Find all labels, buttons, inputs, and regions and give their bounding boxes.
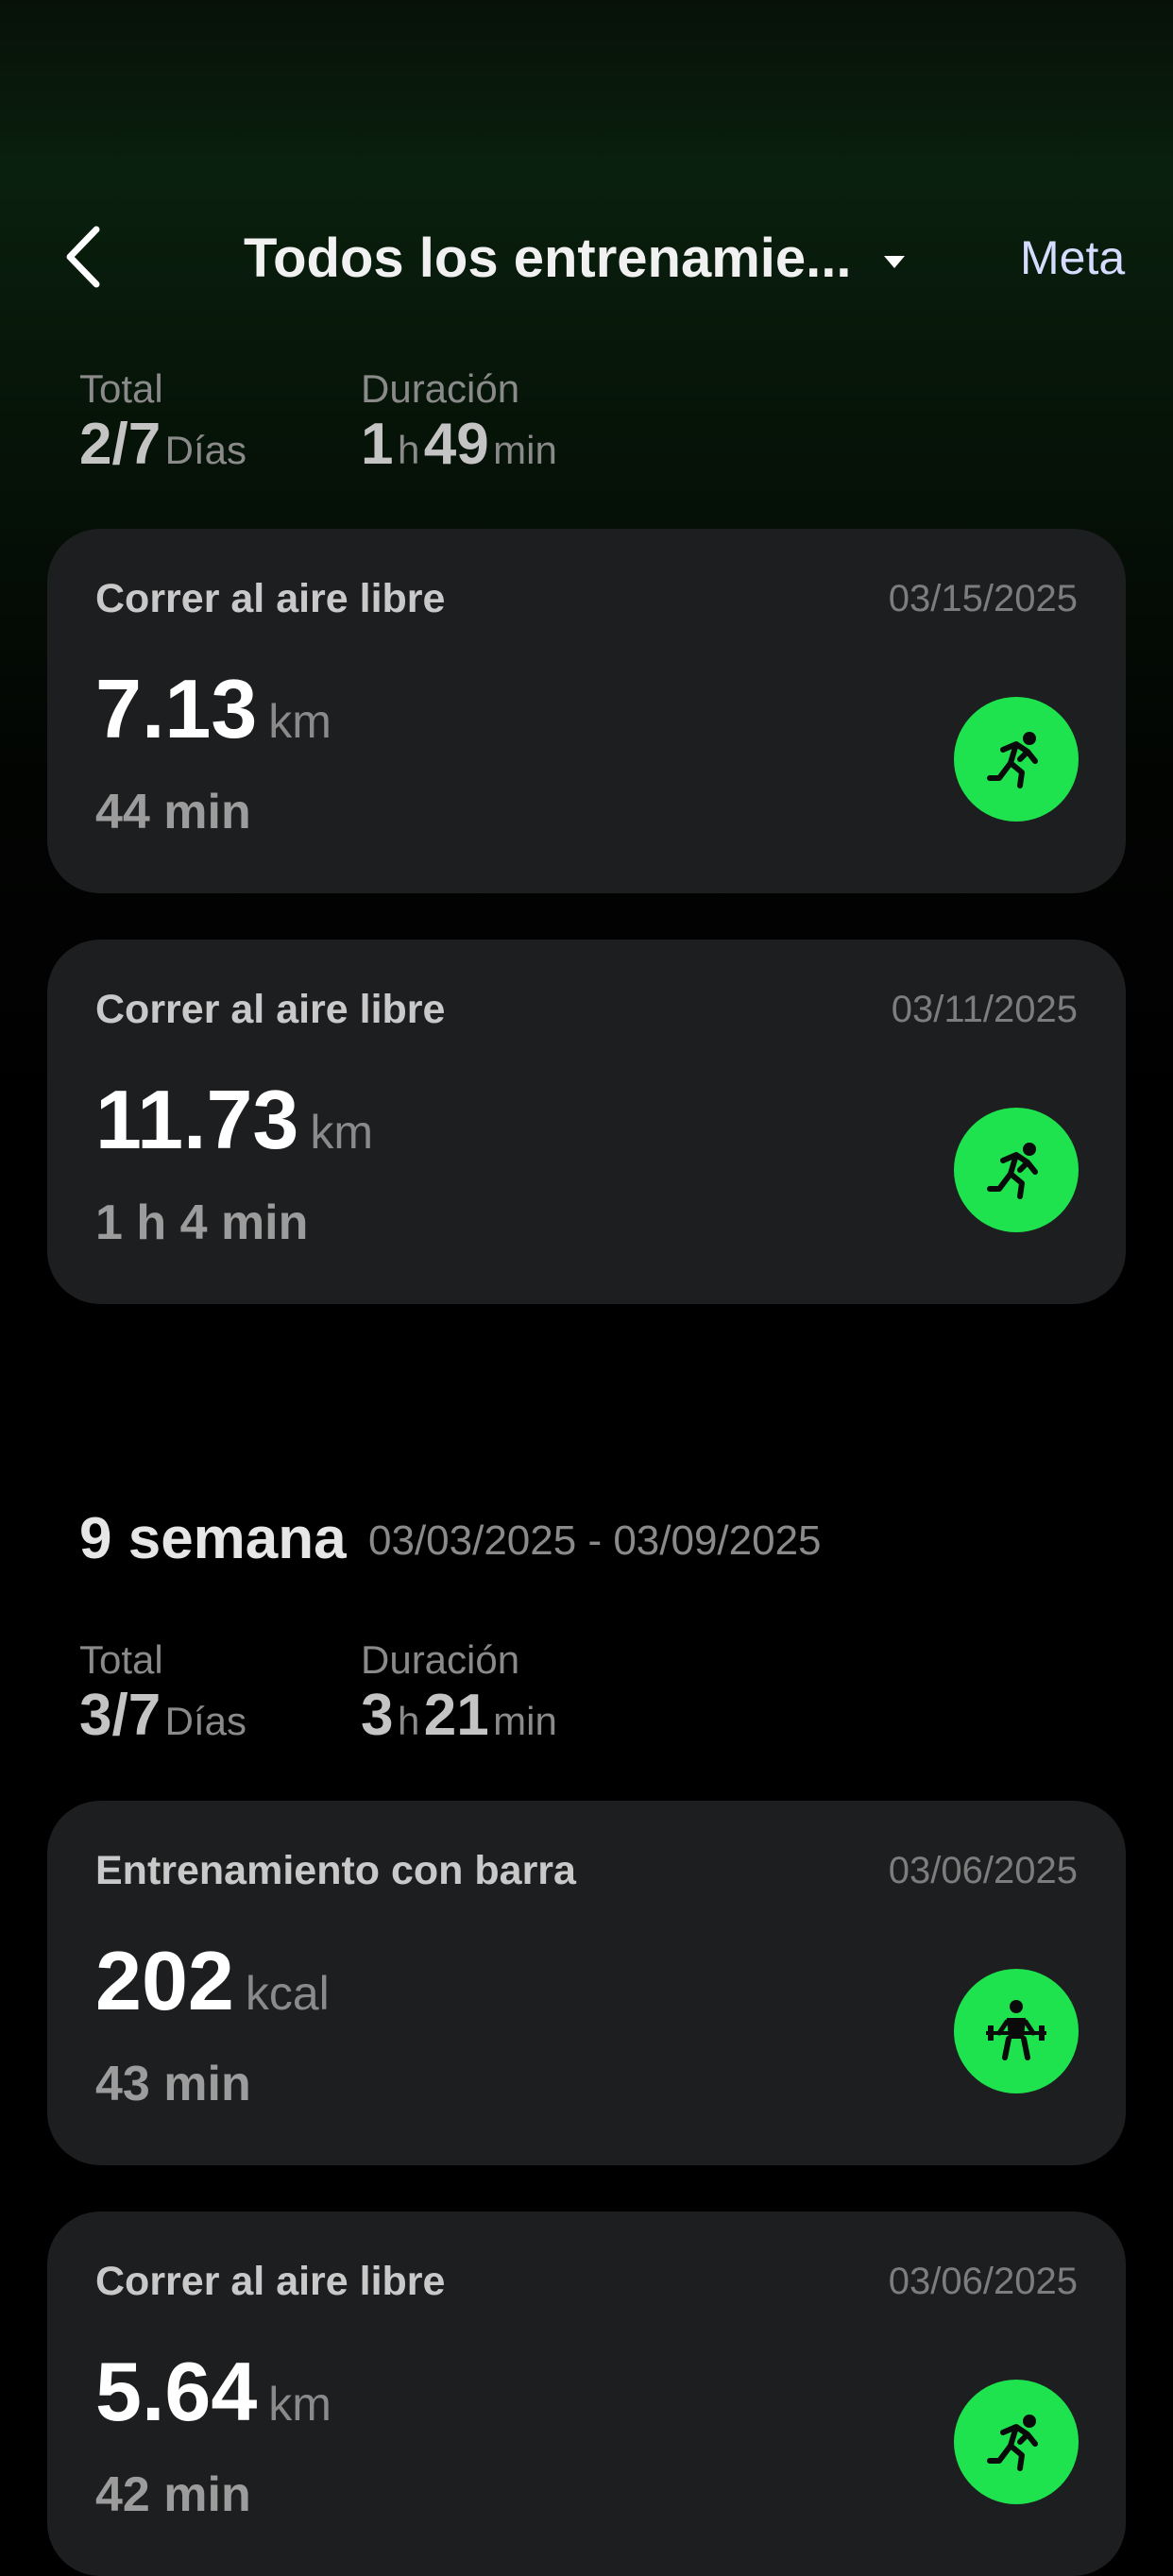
- workout-metric: 202 kcal: [95, 1933, 330, 2029]
- workout-card[interactable]: Correr al aire libre 03/15/2025 7.13 km 4…: [47, 529, 1126, 893]
- duration-minutes-unit: min: [493, 428, 557, 472]
- workout-metric-value: 202: [95, 1934, 234, 2027]
- total-label: Total: [79, 1637, 163, 1682]
- workout-metric-unit: km: [310, 1106, 374, 1159]
- running-icon: [987, 1143, 1038, 1199]
- workout-date: 03/06/2025: [888, 1850, 1078, 1891]
- workout-card[interactable]: Correr al aire libre 03/06/2025 5.64 km 4…: [47, 2212, 1126, 2576]
- back-button[interactable]: [55, 219, 111, 295]
- workout-date: 03/06/2025: [888, 2261, 1078, 2302]
- page-title: Todos los entrenamie...: [244, 227, 852, 289]
- workout-duration: 42 min: [95, 2467, 251, 2522]
- workout-metric-unit: km: [268, 695, 332, 748]
- barbell-icon: [986, 2000, 1046, 2060]
- duration-hours-unit: h: [397, 428, 420, 472]
- workout-duration: 44 min: [95, 785, 251, 839]
- workout-type-badge: [954, 697, 1079, 822]
- workout-card[interactable]: Correr al aire libre 03/11/2025 11.73 km …: [47, 940, 1126, 1304]
- duration-hours: 1: [361, 412, 394, 477]
- workout-metric: 7.13 km: [95, 661, 332, 757]
- workout-duration: 43 min: [95, 2057, 251, 2111]
- workout-type-badge: [954, 2380, 1079, 2504]
- goal-link[interactable]: Meta: [1020, 230, 1125, 285]
- running-icon: [987, 2415, 1038, 2471]
- workout-metric-value: 7.13: [95, 662, 258, 755]
- duration-value: 1 h 49 min: [361, 411, 557, 478]
- caret-down-icon: [883, 255, 905, 268]
- week-title: 9 semana: [79, 1506, 347, 1571]
- duration-minutes-unit: min: [493, 1699, 557, 1743]
- duration-hours-unit: h: [397, 1699, 420, 1743]
- workout-metric: 11.73 km: [95, 1072, 373, 1168]
- duration-minutes: 21: [423, 1683, 489, 1748]
- workout-filter-dropdown[interactable]: Todos los entrenamie...: [244, 217, 905, 298]
- workout-metric-value: 11.73: [95, 1073, 299, 1166]
- workout-type-badge: [954, 1108, 1079, 1232]
- duration-value: 3 h 21 min: [361, 1682, 557, 1749]
- workout-title: Correr al aire libre: [95, 987, 446, 1032]
- total-days-value: 2/7 Días: [79, 411, 246, 478]
- total-label: Total: [79, 366, 163, 411]
- workout-title: Correr al aire libre: [95, 2259, 446, 2304]
- workout-metric-unit: km: [268, 2378, 332, 2431]
- workout-type-badge: [954, 1969, 1079, 2093]
- workout-title: Entrenamiento con barra: [95, 1848, 576, 1893]
- duration-hours: 3: [361, 1683, 394, 1748]
- workout-title: Correr al aire libre: [95, 576, 446, 621]
- workout-duration: 1 h 4 min: [95, 1195, 309, 1250]
- workout-metric-value: 5.64: [95, 2345, 258, 2438]
- total-days-value: 3/7 Días: [79, 1682, 246, 1749]
- total-days-count: 3/7: [79, 1683, 162, 1748]
- chevron-left-icon: [66, 226, 100, 288]
- duration-label: Duración: [361, 1637, 520, 1682]
- workout-metric: 5.64 km: [95, 2344, 332, 2440]
- workout-card[interactable]: Entrenamiento con barra 03/06/2025 202 kc…: [47, 1801, 1126, 2165]
- total-days-unit: Días: [164, 428, 247, 472]
- running-icon: [987, 732, 1038, 788]
- duration-minutes: 49: [423, 412, 489, 477]
- total-days-count: 2/7: [79, 412, 162, 477]
- duration-label: Duración: [361, 366, 520, 411]
- workout-date: 03/15/2025: [888, 578, 1078, 619]
- week-date-range: 03/03/2025 - 03/09/2025: [368, 1517, 822, 1564]
- workout-metric-unit: kcal: [245, 1967, 330, 2020]
- total-days-unit: Días: [164, 1699, 247, 1743]
- workout-date: 03/11/2025: [891, 989, 1078, 1030]
